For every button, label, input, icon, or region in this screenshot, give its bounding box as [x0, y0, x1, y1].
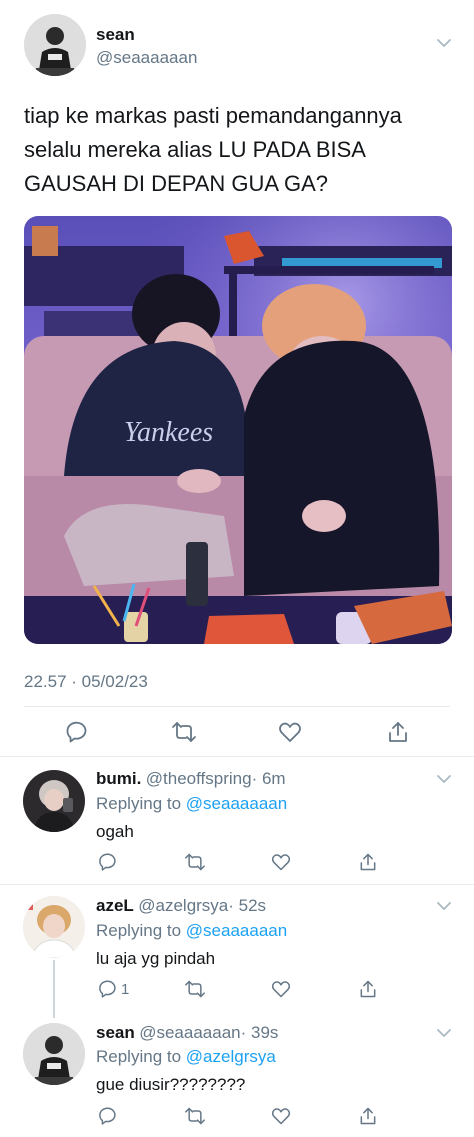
tweet-timestamp[interactable]: 22.57 · 05/02/23	[24, 672, 148, 692]
main-retweet-button[interactable]	[171, 720, 197, 744]
reply-icon	[66, 721, 87, 743]
reply-count: 1	[121, 980, 130, 998]
main-tweet-avatar[interactable]	[24, 14, 86, 76]
main-tweet-text: tiap ke markas pasti pemandangannya sela…	[24, 103, 402, 196]
like-button[interactable]	[271, 979, 291, 999]
retweet-button[interactable]	[184, 852, 206, 872]
share-button[interactable]	[358, 852, 378, 872]
share-button[interactable]	[358, 1106, 378, 1126]
retweet-button[interactable]	[184, 1106, 206, 1126]
reply-avatar[interactable]	[23, 1023, 85, 1085]
main-tweet-handle[interactable]: @seaaaaaan	[96, 48, 197, 68]
reply-text: lu aja yg pindah	[96, 949, 216, 968]
tweet-photo[interactable]: Yankees	[24, 216, 452, 644]
divider	[24, 706, 450, 707]
reply-name[interactable]: azeL	[96, 896, 134, 915]
reply-name[interactable]: bumi.	[96, 769, 141, 788]
reply-button[interactable]	[97, 852, 121, 872]
replying-to-line: Replying to @azelgrsya	[96, 1047, 276, 1066]
reply-time: · 39s	[240, 1023, 279, 1042]
replying-to-line: Replying to @seaaaaaan	[96, 921, 288, 940]
divider	[0, 756, 474, 757]
mention-link[interactable]: @azelgrsya	[186, 1047, 276, 1066]
thread-line	[53, 960, 55, 1018]
reply-avatar[interactable]	[23, 770, 85, 832]
mention-link[interactable]: @seaaaaaan	[186, 921, 287, 940]
reply-button[interactable]: 1	[97, 979, 129, 999]
retweet-icon	[172, 722, 196, 742]
reply-handle[interactable]: @seaaaaaan	[139, 1023, 240, 1042]
reply-icon	[99, 1107, 116, 1125]
share-icon	[360, 1107, 376, 1125]
share-icon	[360, 980, 376, 998]
like-button[interactable]	[271, 1106, 291, 1126]
like-button[interactable]	[271, 852, 291, 872]
like-icon	[271, 981, 291, 998]
reply-time: · 6m	[251, 769, 286, 788]
like-icon	[279, 722, 301, 742]
reply-handle[interactable]: @azelgrsya	[138, 896, 228, 915]
svg-text:Yankees: Yankees	[124, 417, 213, 448]
reply-icon	[99, 853, 116, 871]
main-reply-button[interactable]	[64, 720, 88, 744]
reply-button[interactable]	[97, 1106, 121, 1126]
share-icon	[389, 722, 407, 742]
chevron-down-icon[interactable]	[436, 36, 452, 54]
chevron-down-icon[interactable]	[436, 899, 452, 917]
reply-name[interactable]: sean	[96, 1023, 135, 1042]
reply-handle[interactable]: @theoffspring	[146, 769, 252, 788]
reply-text: ogah	[96, 822, 134, 841]
like-icon	[271, 1108, 291, 1125]
mention-link[interactable]: @seaaaaaan	[186, 794, 287, 813]
replying-to-line: Replying to @seaaaaaan	[96, 794, 288, 813]
main-tweet-name[interactable]: sean	[96, 25, 135, 45]
retweet-button[interactable]	[184, 979, 206, 999]
divider	[0, 884, 474, 885]
reply-avatar[interactable]	[23, 896, 85, 958]
share-icon	[360, 853, 376, 871]
chevron-down-icon[interactable]	[436, 1026, 452, 1044]
reply-text: gue diusir????????	[96, 1075, 246, 1094]
reply-time: · 52s	[228, 896, 267, 915]
like-icon	[271, 854, 291, 871]
main-like-button[interactable]	[278, 720, 302, 744]
retweet-icon	[185, 853, 205, 871]
retweet-icon	[185, 1107, 205, 1125]
reply-icon	[99, 980, 116, 998]
main-share-button[interactable]	[386, 720, 410, 744]
share-button[interactable]	[358, 979, 378, 999]
retweet-icon	[185, 980, 205, 998]
chevron-down-icon[interactable]	[436, 772, 452, 790]
